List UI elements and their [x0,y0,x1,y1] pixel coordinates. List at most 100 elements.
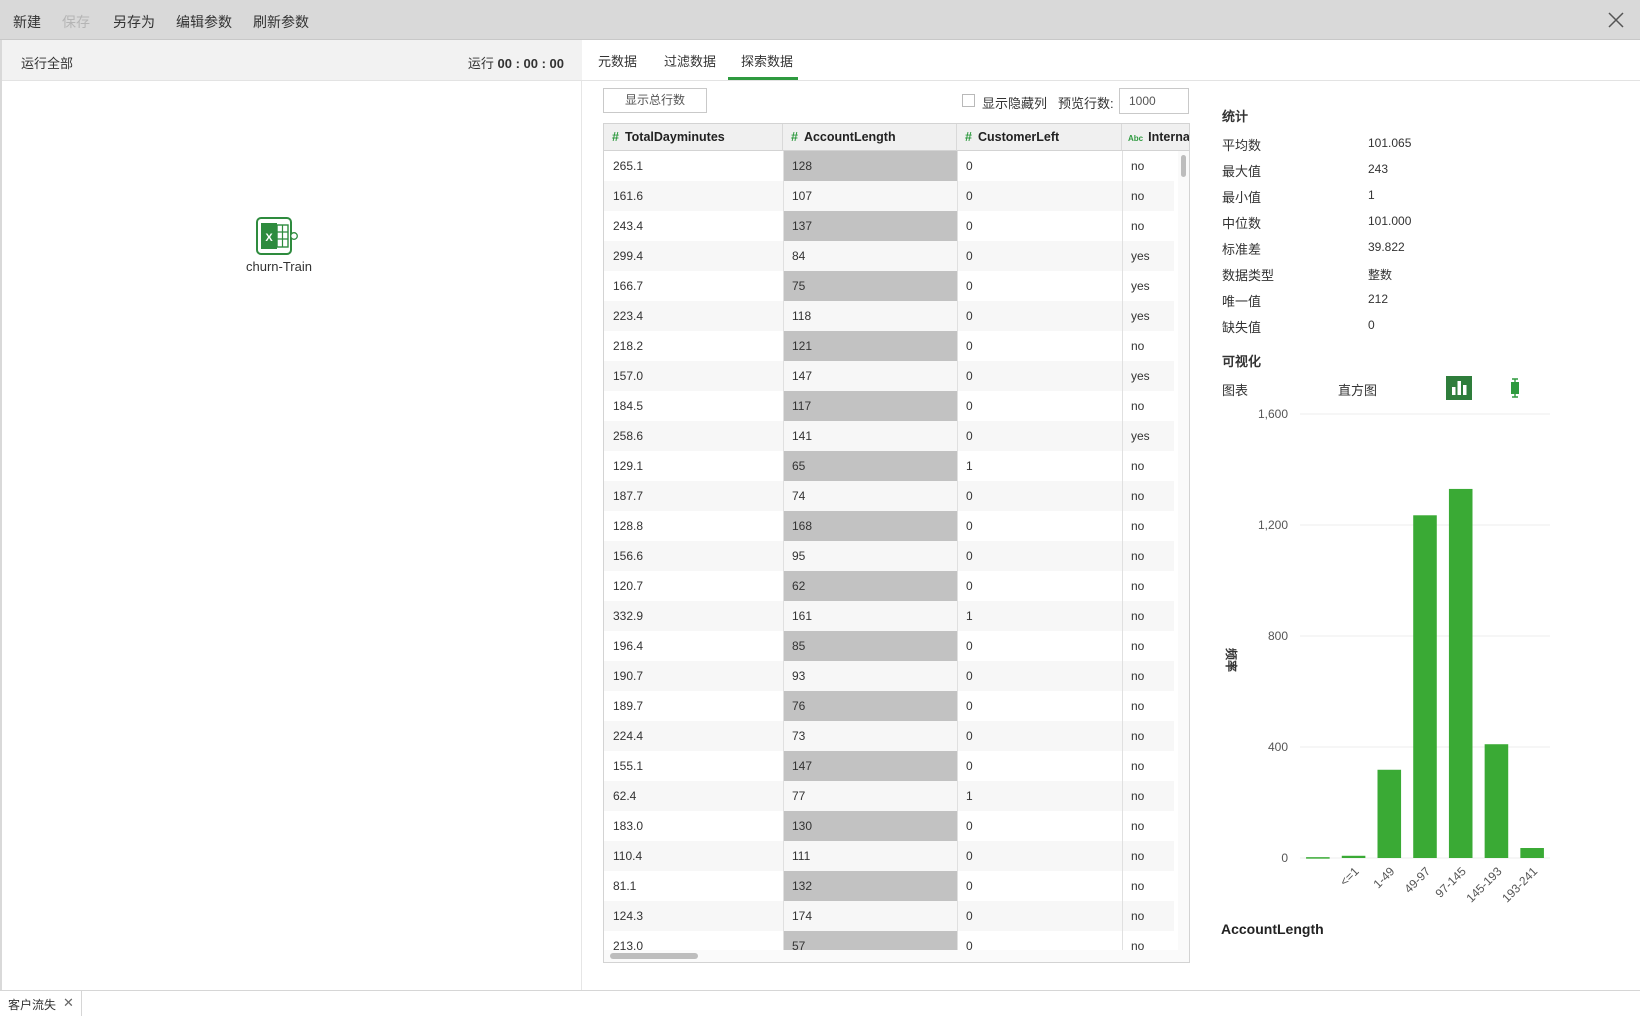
table-row[interactable]: 223.4 118 0 yes [604,301,1174,331]
table-row[interactable]: 129.1 65 1 no [604,451,1174,481]
table-row[interactable]: 161.6 107 0 no [604,181,1174,211]
table-cell: 62.4 [613,789,637,803]
stat-label: 唯一值 [1222,294,1262,309]
table-cell: 1 [966,789,973,803]
table-row[interactable]: 265.1 128 0 no [604,151,1174,181]
histogram-chart: 04008001,2001,600 <=1 1-49 49-97 97-145145-… [1221,407,1550,937]
column-header-customerleft[interactable]: # CustomerLeft [957,124,1122,151]
run-all-button[interactable]: 运行全部 [21,53,73,72]
close-tab-icon[interactable]: ✕ [63,995,74,1011]
save-as-button[interactable]: 另存为 [113,12,155,32]
table-cell: 76 [792,699,806,713]
table-row[interactable]: 189.7 76 0 no [604,691,1174,721]
boxplot-icon[interactable] [1508,378,1522,398]
stat-value: 243 [1368,162,1389,176]
table-cell: 130 [792,819,813,833]
edit-params-button[interactable]: 编辑参数 [176,12,232,32]
table-cell: 93 [792,669,806,683]
table-cell: 187.7 [613,489,644,503]
stat-value: 1 [1368,188,1375,202]
horizontal-scrollbar[interactable] [604,950,1189,962]
save-button[interactable]: 保存 [62,12,90,32]
table-cell: 118 [792,309,812,323]
table-row[interactable]: 184.5 117 0 no [604,391,1174,421]
table-cell: no [1131,819,1145,833]
node-label[interactable]: churn-Train [234,259,324,274]
table-row[interactable]: 299.4 84 0 yes [604,241,1174,271]
x-tick-label: 1-49 [1371,864,1398,891]
workflow-tab[interactable]: 客户流失 ✕ [0,991,82,1016]
show-total-rows-button[interactable]: 显示总行数 [603,88,707,113]
table-row[interactable]: 120.7 62 0 no [604,571,1174,601]
vertical-scrollbar[interactable] [1178,151,1189,951]
table-cell: 121 [792,339,813,353]
table-row[interactable]: 81.1 132 0 no [604,871,1174,901]
run-time-label: 运行 [467,56,494,71]
table-cell: 0 [966,399,973,413]
table-cell: no [1131,789,1145,803]
table-row[interactable]: 258.6 141 0 yes [604,421,1174,451]
table-cell: 0 [966,339,973,353]
table-cell: 0 [966,549,973,563]
histogram-bar[interactable] [1413,515,1437,858]
histogram-bar[interactable] [1341,855,1366,858]
tab-metadata[interactable]: 元数据 [598,51,637,70]
histogram-bar[interactable] [1306,857,1330,859]
histogram-bar[interactable] [1484,744,1509,858]
column-header-accountlength[interactable]: # AccountLength [783,124,957,151]
table-row[interactable]: 156.6 95 0 no [604,541,1174,571]
table-row[interactable]: 243.4 137 0 no [604,211,1174,241]
close-icon[interactable] [1606,10,1626,30]
excel-node-icon[interactable]: X [256,216,298,258]
tab-explore-data[interactable]: 探索数据 [741,51,793,70]
column-header-totaldayminutes[interactable]: # TotalDayminutes [604,124,783,151]
table-cell: no [1131,669,1145,683]
table-cell: 137 [792,219,813,233]
preview-rows-input[interactable] [1119,88,1189,114]
table-cell: 84 [792,249,806,263]
table-row[interactable]: 110.4 111 0 no [604,841,1174,871]
table-row[interactable]: 62.4 77 1 no [604,781,1174,811]
y-tick-label: 0 [1281,851,1288,865]
bar-chart-icon[interactable] [1446,376,1472,400]
table-row[interactable]: 196.4 85 0 no [604,631,1174,661]
table-row[interactable]: 218.2 121 0 no [604,331,1174,361]
column-header-international[interactable]: Abc Interna [1122,124,1190,151]
stat-label: 最小值 [1222,190,1262,205]
table-row[interactable]: 183.0 130 0 no [604,811,1174,841]
table-cell: 184.5 [613,399,644,413]
number-type-icon: # [612,130,619,144]
table-cell: 107 [792,189,813,203]
table-cell: no [1131,159,1145,173]
table-row[interactable]: 190.7 93 0 no [604,661,1174,691]
table-cell: no [1131,609,1145,623]
table-row[interactable]: 155.1 147 0 no [604,751,1174,781]
table-cell: 224.4 [613,729,644,743]
column-name: Interna [1148,130,1190,144]
new-button[interactable]: 新建 [13,12,41,32]
table-row[interactable]: 187.7 74 0 no [604,481,1174,511]
x-axis-label: AccountLength [1221,921,1324,937]
y-tick-label: 400 [1268,740,1288,754]
vertical-scroll-thumb[interactable] [1181,155,1186,177]
table-cell: 196.4 [613,639,644,653]
histogram-bar[interactable] [1448,488,1473,858]
column-divider [957,151,958,962]
data-grid: # TotalDayminutes # AccountLength # Custome… [603,123,1190,963]
horizontal-scroll-thumb[interactable] [610,953,698,959]
histogram-bar[interactable] [1520,848,1544,858]
table-row[interactable]: 224.4 73 0 no [604,721,1174,751]
show-hidden-cols-checkbox[interactable] [962,94,975,107]
stat-value: 101.065 [1368,136,1412,150]
tab-filter-data[interactable]: 过滤数据 [664,51,716,70]
table-cell: 183.0 [613,819,644,833]
table-cell: 258.6 [613,429,644,443]
table-cell: 332.9 [613,609,644,623]
table-row[interactable]: 332.9 161 1 no [604,601,1174,631]
table-row[interactable]: 128.8 168 0 no [604,511,1174,541]
table-row[interactable]: 124.3 174 0 no [604,901,1174,931]
table-row[interactable]: 157.0 147 0 yes [604,361,1174,391]
refresh-params-button[interactable]: 刷新参数 [253,12,309,32]
table-row[interactable]: 166.7 75 0 yes [604,271,1174,301]
histogram-bar[interactable] [1377,769,1402,858]
